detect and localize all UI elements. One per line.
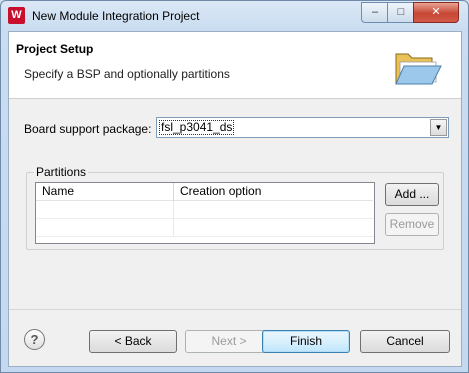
bsp-select[interactable]: fsl_p3041_ds ▼ (156, 117, 449, 138)
footer-divider (9, 309, 461, 310)
table-row[interactable] (36, 201, 374, 219)
page-description: Specify a BSP and optionally partitions (24, 67, 230, 81)
partitions-legend: Partitions (34, 165, 89, 179)
page-title: Project Setup (16, 42, 94, 56)
partitions-group: Partitions Name Creation option Add ... … (26, 165, 444, 250)
open-folder-icon (395, 53, 442, 85)
add-partition-button[interactable]: Add ... (385, 183, 439, 206)
wizard-header: Project Setup Specify a BSP and optional… (9, 32, 461, 99)
title-bar[interactable]: W New Module Integration Project ‒ □ ✕ (1, 1, 468, 31)
close-button[interactable]: ✕ (413, 2, 459, 23)
back-button[interactable]: < Back (89, 330, 177, 353)
dialog-window: W New Module Integration Project ‒ □ ✕ P… (0, 0, 469, 373)
partitions-table[interactable]: Name Creation option (35, 182, 375, 244)
column-header-name[interactable]: Name (36, 183, 174, 201)
table-row[interactable] (36, 219, 374, 237)
cancel-button[interactable]: Cancel (360, 330, 450, 353)
window-title: New Module Integration Project (32, 9, 200, 23)
bsp-selected-value: fsl_p3041_ds (159, 120, 235, 135)
finish-button[interactable]: Finish (262, 330, 350, 353)
maximize-button[interactable]: □ (387, 2, 415, 23)
bsp-label: Board support package: (24, 122, 152, 136)
dialog-body: Project Setup Specify a BSP and optional… (8, 31, 462, 367)
next-button[interactable]: Next > (185, 330, 273, 353)
app-icon: W (8, 7, 25, 24)
minimize-button[interactable]: ‒ (361, 2, 389, 23)
chevron-down-icon[interactable]: ▼ (430, 119, 447, 136)
remove-partition-button[interactable]: Remove (385, 213, 439, 236)
column-header-creation-option[interactable]: Creation option (174, 183, 373, 201)
help-icon[interactable]: ? (24, 329, 45, 350)
